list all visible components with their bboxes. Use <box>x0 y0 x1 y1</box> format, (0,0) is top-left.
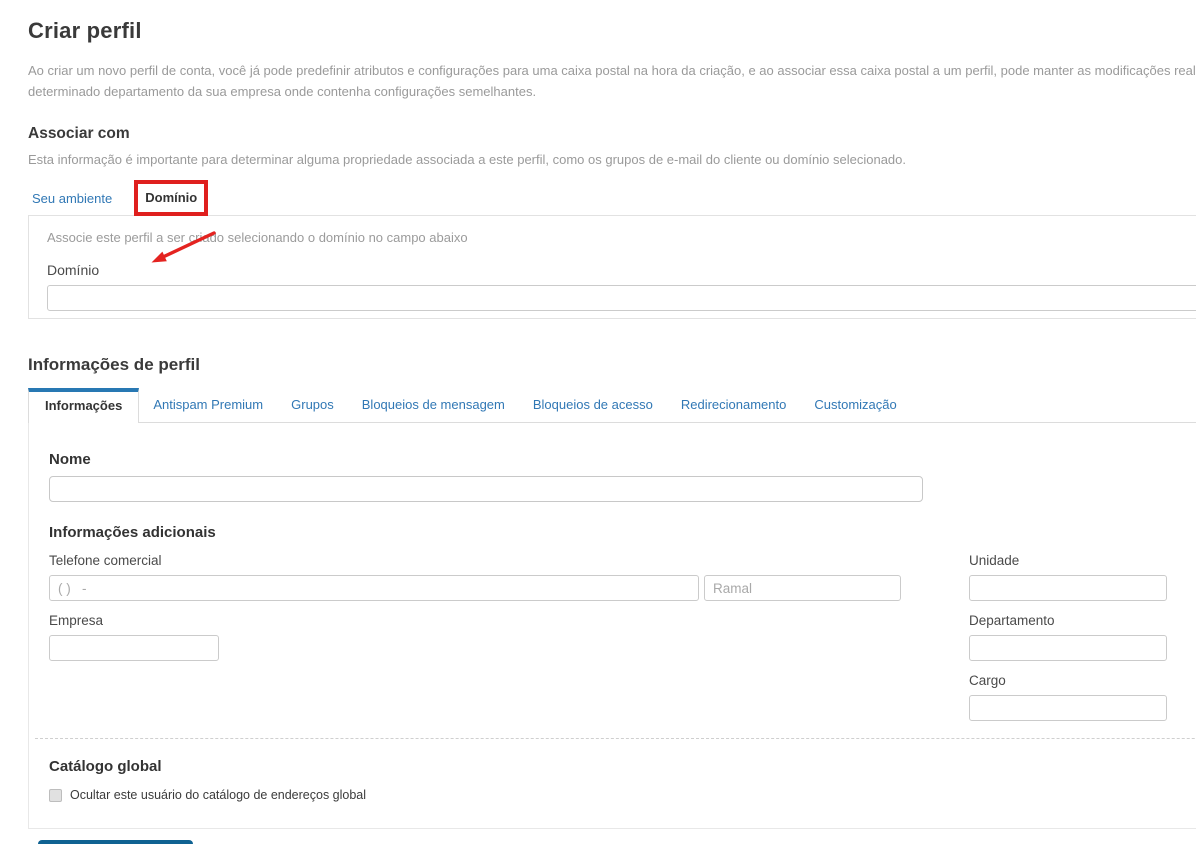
form-row: Empresa Departamento <box>49 613 1167 661</box>
intro-line-1: Ao criar um novo perfil de conta, você j… <box>28 63 1196 78</box>
profile-info-heading: Informações de perfil <box>28 355 200 374</box>
job-title-label: Cargo <box>969 673 1006 688</box>
department-input[interactable] <box>969 635 1167 661</box>
save-button[interactable]: Salvar modificações <box>38 840 193 844</box>
domain-association-panel: Associe este perfil a ser criado selecio… <box>28 215 1196 319</box>
create-profile-page: Criar perfil Ao criar um novo perfil de … <box>0 0 1196 844</box>
tab-informacoes[interactable]: Informações <box>28 388 140 423</box>
domain-panel-hint: Associe este perfil a ser criado selecio… <box>47 230 468 245</box>
phone-label: Telefone comercial <box>49 553 162 568</box>
company-label: Empresa <box>49 613 104 628</box>
unit-field-group: Unidade <box>969 553 1167 601</box>
tab-customizacao[interactable]: Customização <box>800 388 910 422</box>
tab-dominio[interactable]: Domínio <box>145 190 197 205</box>
tab-bloqueios-de-mensagem[interactable]: Bloqueios de mensagem <box>348 388 519 422</box>
annotation-highlight-box: Domínio <box>134 180 209 216</box>
tab-redirecionamento[interactable]: Redirecionamento <box>667 388 801 422</box>
hide-user-checkbox[interactable] <box>49 788 62 802</box>
company-input[interactable] <box>49 635 219 661</box>
department-field-group: Departamento <box>969 613 1167 661</box>
intro-line-2: determinado departamento da sua empresa … <box>28 84 537 99</box>
associate-section-description: Esta informação é importante para determ… <box>28 152 906 167</box>
page-title: Criar perfil <box>28 18 142 43</box>
extension-input[interactable] <box>704 575 901 601</box>
tab-grupos[interactable]: Grupos <box>277 388 348 422</box>
form-row: Telefone comercial Unidade <box>49 553 1167 601</box>
job-title-field-group: Cargo <box>969 673 1167 721</box>
form-actions: Salvar modificações Cancelar <box>28 840 1196 844</box>
profile-tab-bar: Informações Antispam Premium Grupos Bloq… <box>28 388 1196 423</box>
job-title-input[interactable] <box>969 695 1167 721</box>
additional-info-heading: Informações adicionais <box>49 524 216 541</box>
associate-tab-bar: Seu ambiente Domínio <box>28 180 1196 216</box>
additional-info-form: Telefone comercial Unidade Empresa <box>49 553 1167 721</box>
unit-input[interactable] <box>969 575 1167 601</box>
dashed-divider <box>35 738 1196 739</box>
global-catalog-heading: Catálogo global <box>49 758 162 775</box>
global-catalog-option: Ocultar este usuário do catálogo de ende… <box>49 788 1196 802</box>
domain-field-label: Domínio <box>47 262 100 278</box>
tab-seu-ambiente[interactable]: Seu ambiente <box>28 183 126 214</box>
company-field-group: Empresa <box>49 613 219 661</box>
page-intro: Ao criar um novo perfil de conta, você j… <box>28 60 1196 102</box>
name-input[interactable] <box>49 476 923 502</box>
domain-input[interactable] <box>47 285 1196 311</box>
tab-bloqueios-de-acesso[interactable]: Bloqueios de acesso <box>519 388 667 422</box>
profile-info-panel: Nome Informações adicionais Telefone com… <box>28 423 1196 829</box>
phone-input[interactable] <box>49 575 699 601</box>
phone-field-group: Telefone comercial <box>49 553 901 601</box>
unit-label: Unidade <box>969 553 1020 568</box>
hide-user-checkbox-label: Ocultar este usuário do catálogo de ende… <box>70 788 367 802</box>
form-row: Cargo <box>49 673 1167 721</box>
name-heading: Nome <box>49 451 91 468</box>
tab-antispam-premium[interactable]: Antispam Premium <box>139 388 277 422</box>
phone-inputs <box>49 575 901 601</box>
associate-section-heading: Associar com <box>28 125 130 142</box>
department-label: Departamento <box>969 613 1055 628</box>
